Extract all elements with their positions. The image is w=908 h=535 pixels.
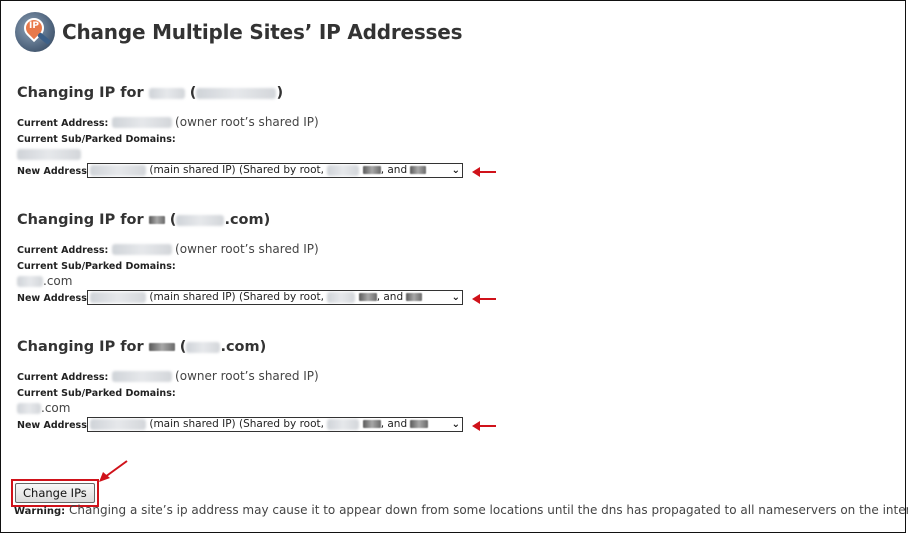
annotation-arrow-icon [472, 167, 496, 177]
sub-parked-domains: .com [17, 400, 319, 416]
page-title: Change Multiple Sites’ IP Addresses [62, 20, 463, 44]
redacted-user [327, 418, 360, 430]
change-ips-button[interactable]: Change IPs [15, 483, 95, 503]
redacted-user [327, 164, 360, 176]
redacted-domain [17, 276, 43, 288]
annotation-arrow-icon [472, 294, 496, 304]
redacted-ip [90, 164, 146, 176]
site-section: Changing IP for () Current Address: (own… [17, 84, 463, 178]
redacted-domain [186, 341, 221, 353]
redacted-username [148, 343, 175, 351]
warning-message: Warning: Changing a site’s ip address ma… [14, 503, 908, 517]
redacted-ip [90, 291, 146, 303]
sub-parked-label-row: Current Sub/Parked Domains: [17, 261, 176, 272]
annotation-arrow-icon [472, 421, 496, 431]
new-address-select[interactable]: (main shared IP) (Shared by root, , and … [87, 417, 463, 432]
sub-parked-domains [17, 146, 319, 162]
redacted-user [410, 166, 427, 174]
current-address-row: Current Address: (owner root’s shared IP… [17, 369, 319, 383]
redacted-domain [17, 403, 41, 415]
redacted-user [358, 293, 377, 301]
redacted-user [406, 293, 423, 301]
new-address-row: New Address: (main shared IP) (Shared by… [17, 416, 463, 432]
redacted-ip [111, 117, 172, 129]
sub-parked-domains: .com [17, 273, 319, 289]
chevron-down-icon: ⌄ [451, 292, 460, 303]
ip-address-icon: IP [15, 12, 55, 52]
section-heading: Changing IP for () [17, 85, 284, 101]
redacted-ip [90, 418, 146, 430]
redacted-domain [176, 214, 225, 226]
site-section: Changing IP for (.com) Current Address: … [17, 338, 463, 432]
redacted-ip [111, 371, 172, 383]
sub-parked-label-row: Current Sub/Parked Domains: [17, 134, 176, 145]
warning-label: Warning: [14, 506, 66, 517]
site-section: Changing IP for (.com) Current Address: … [17, 211, 463, 305]
new-address-select[interactable]: (main shared IP) (Shared by root, , and … [87, 290, 463, 305]
redacted-username [148, 216, 165, 224]
redacted-username [148, 87, 185, 99]
page-header: IP Change Multiple Sites’ IP Addresses [15, 12, 463, 52]
annotation-arrow-icon [99, 460, 128, 482]
current-address-row: Current Address: (owner root’s shared IP… [17, 242, 319, 256]
warning-text: Changing a site’s ip address may cause i… [69, 503, 908, 517]
page-frame: IP Change Multiple Sites’ IP Addresses C… [0, 0, 908, 533]
redacted-user [362, 166, 381, 174]
sub-parked-label-row: Current Sub/Parked Domains: [17, 388, 176, 399]
redacted-user [362, 420, 381, 428]
chevron-down-icon: ⌄ [451, 419, 460, 430]
redacted-domain [17, 149, 81, 161]
redacted-user [327, 291, 356, 303]
new-address-row: New Address: (main shared IP) (Shared by… [17, 289, 463, 305]
section-heading: Changing IP for (.com) [17, 339, 267, 355]
current-address-row: Current Address: (owner root’s shared IP… [17, 115, 319, 129]
new-address-select[interactable]: (main shared IP) (Shared by root, , and … [87, 163, 463, 178]
redacted-domain [196, 87, 277, 99]
chevron-down-icon: ⌄ [451, 165, 460, 176]
redacted-user [410, 420, 429, 428]
section-heading: Changing IP for (.com) [17, 212, 271, 228]
new-address-row: New Address: (main shared IP) (Shared by… [17, 162, 463, 178]
redacted-ip [111, 244, 172, 256]
